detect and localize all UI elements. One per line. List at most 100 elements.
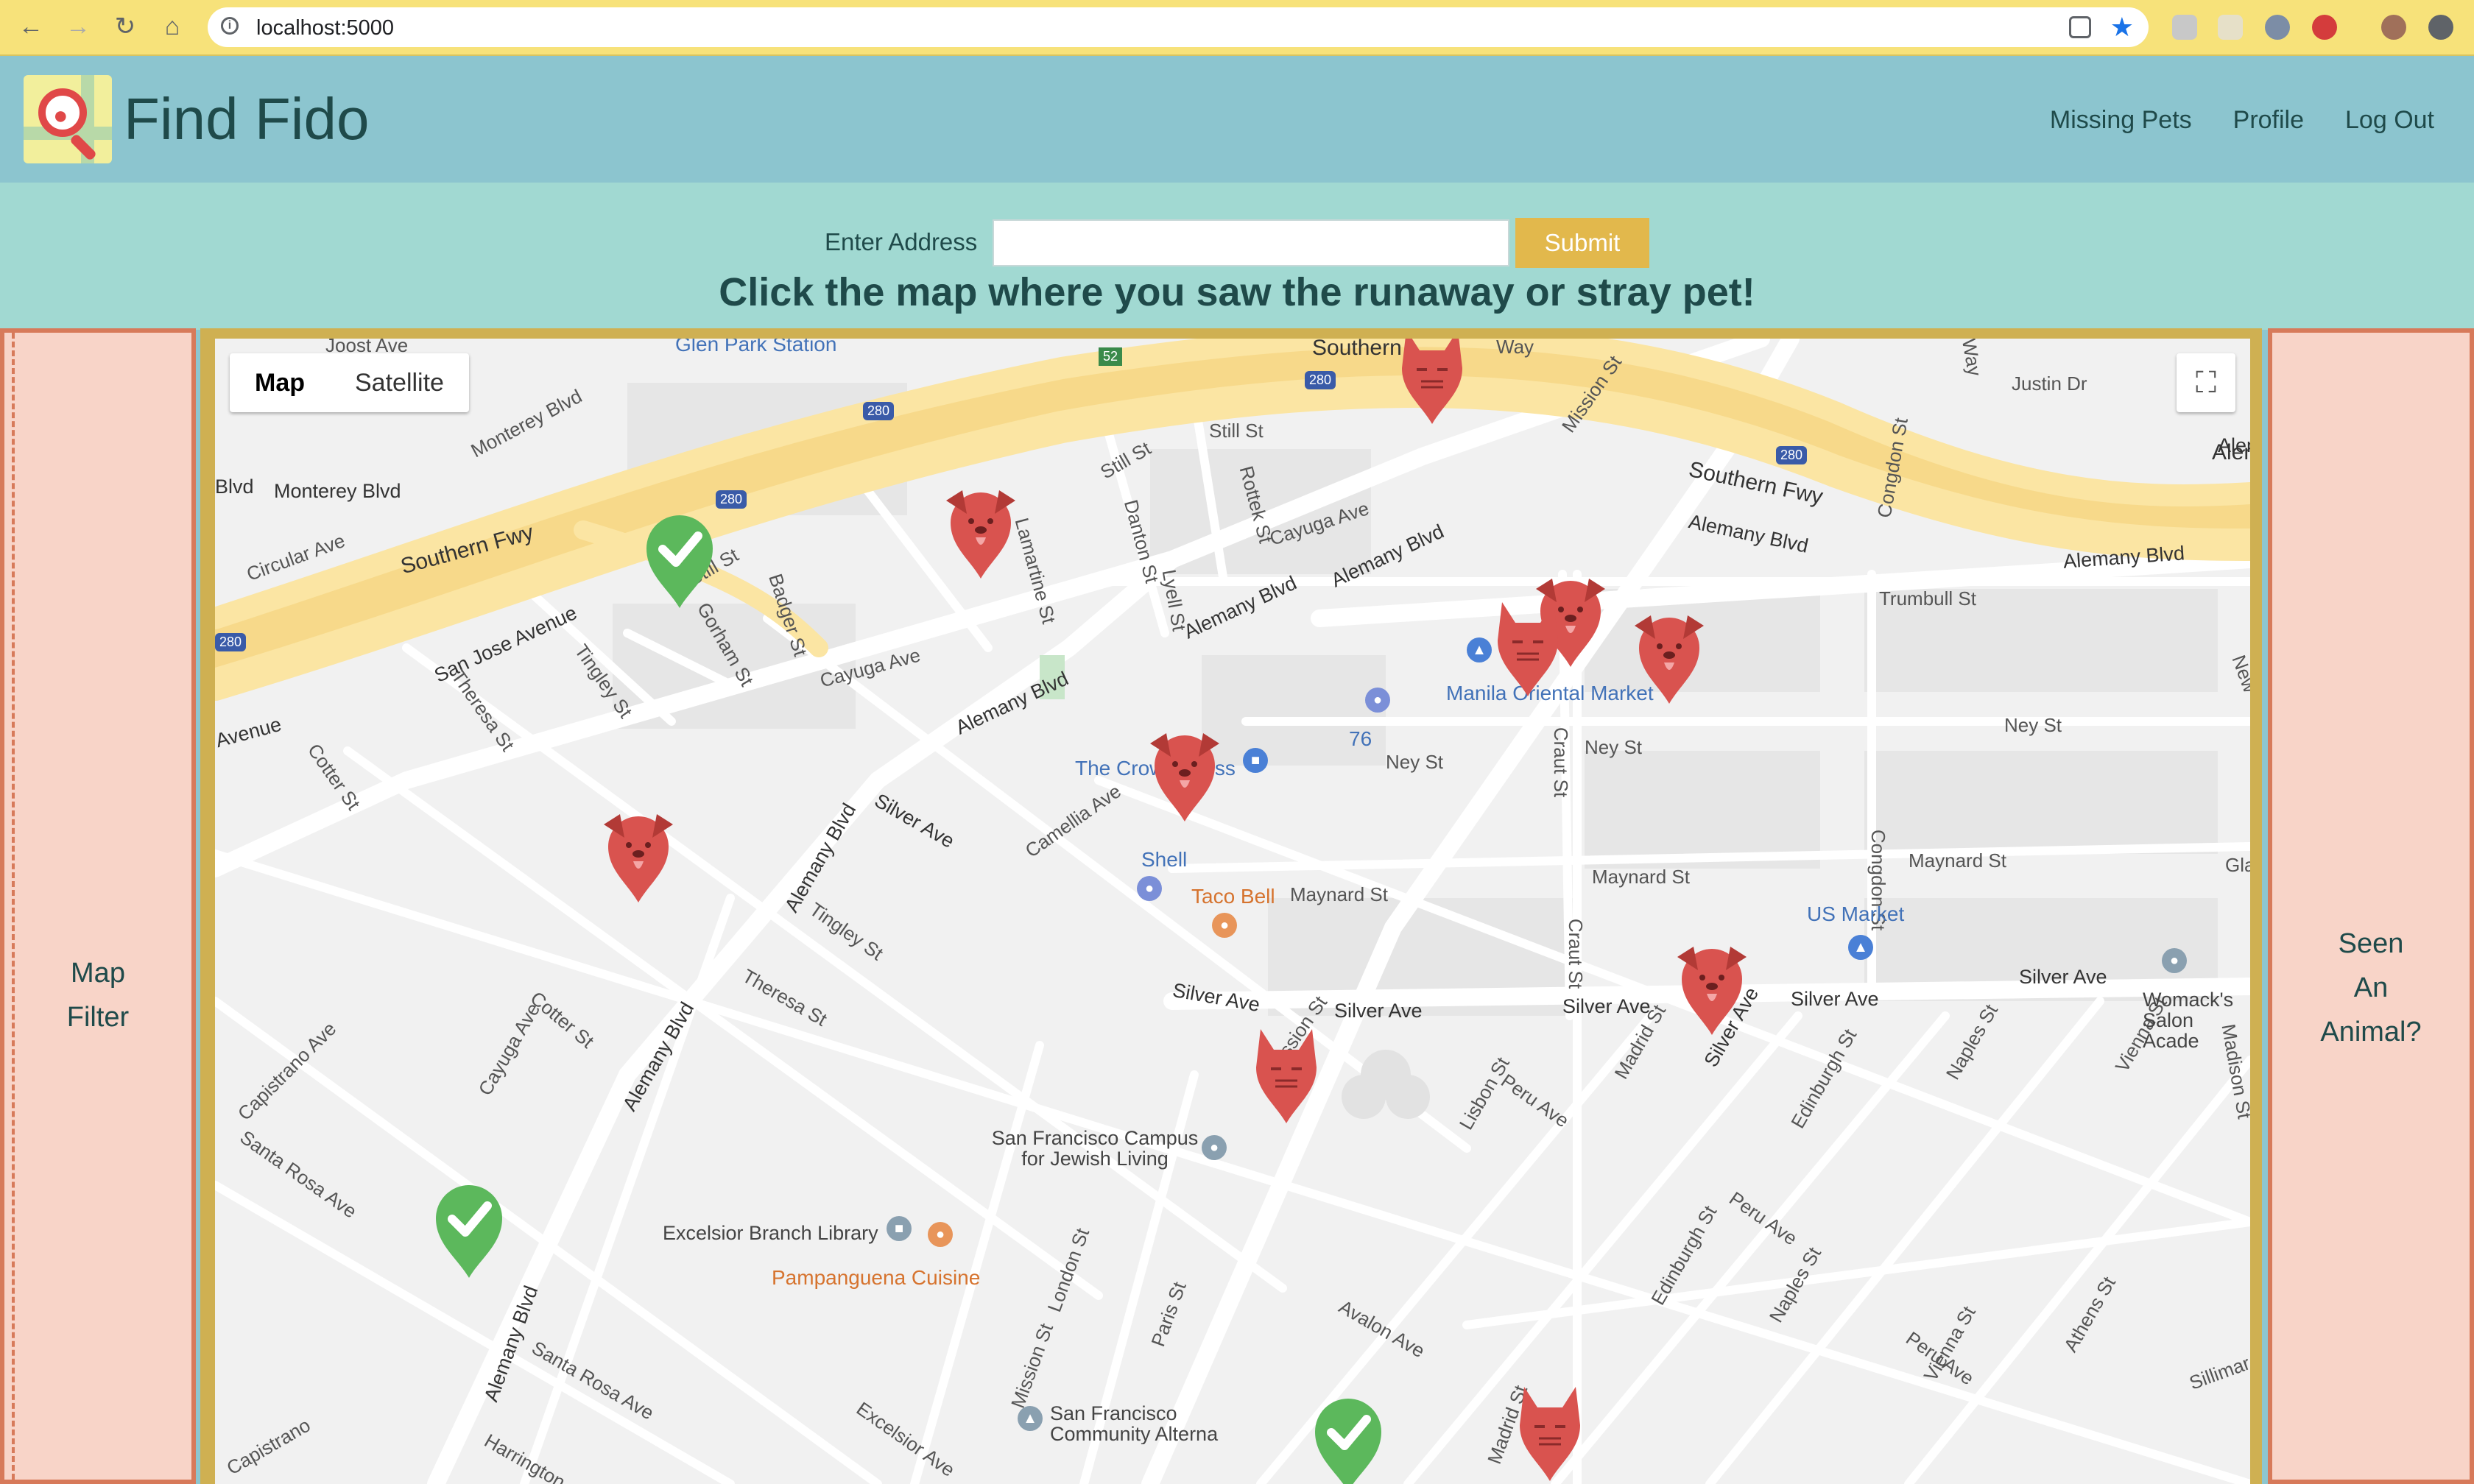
- place-womacks-salon[interactable]: Womack's Salon Acade: [2143, 989, 2250, 1051]
- nav-profile[interactable]: Profile: [2233, 106, 2304, 135]
- map-type-control: Map Satellite: [230, 353, 469, 412]
- place-us-market[interactable]: US Market: [1807, 902, 1904, 926]
- gas-station-icon[interactable]: ●: [1365, 688, 1390, 713]
- street-label: Maynard St: [1592, 866, 1690, 888]
- street-label: Silver Ave: [1791, 988, 1879, 1010]
- place-sf-community-alternative[interactable]: San Francisco Community Alterna: [1050, 1403, 1241, 1444]
- place-sf-campus-jewish-living[interactable]: San Francisco Campus for Jewish Living: [988, 1128, 1202, 1169]
- update-icon[interactable]: [2428, 15, 2453, 40]
- map-filter-panel[interactable]: Map Filter: [0, 328, 196, 1484]
- url-text: localhost:5000: [256, 16, 395, 40]
- street-label: Justin Dr: [2012, 372, 2087, 395]
- dog-marker-icon[interactable]: [1144, 721, 1225, 824]
- paw-icon: ●: [53, 102, 68, 130]
- street-label: Silver Ave: [1334, 1000, 1423, 1022]
- extension-icon[interactable]: [2265, 15, 2290, 40]
- street-label: Trumbull St: [1879, 587, 1976, 610]
- street-label: Maynard St: [1909, 849, 2006, 872]
- seen-label-line3: Animal?: [2320, 1017, 2422, 1047]
- extension-icon[interactable]: [2312, 15, 2337, 40]
- cat-marker-icon[interactable]: [1246, 1023, 1327, 1126]
- map-type-satellite-button[interactable]: Satellite: [330, 353, 469, 412]
- map-filter-label-line2: Filter: [66, 1002, 130, 1033]
- street-label: Monterey Blvd: [274, 480, 401, 502]
- brand-title[interactable]: Find Fido: [124, 85, 369, 153]
- library-icon[interactable]: ■: [887, 1216, 912, 1241]
- nav-missing-pets[interactable]: Missing Pets: [2050, 106, 2192, 135]
- submit-button[interactable]: Submit: [1515, 218, 1649, 268]
- street-label: Glad: [2225, 854, 2250, 876]
- restaurant-icon[interactable]: ●: [928, 1222, 953, 1247]
- found-marker-icon[interactable]: [639, 508, 720, 611]
- street-label: Blvd: [215, 476, 254, 498]
- street-label: Maynard St: [1290, 883, 1388, 905]
- fullscreen-icon[interactable]: ⛶: [2177, 353, 2235, 412]
- cat-marker-icon[interactable]: [1487, 596, 1568, 699]
- interstate-shield: 280: [215, 633, 247, 651]
- map-filter-label-line1: Map: [71, 958, 125, 989]
- seen-label-line2: An: [2353, 972, 2389, 1003]
- dog-marker-icon[interactable]: [940, 478, 1021, 582]
- street-label: Still St: [1209, 420, 1264, 442]
- nav-log-out[interactable]: Log Out: [2345, 106, 2434, 135]
- interstate-shield: 280: [1305, 371, 1336, 389]
- street-label: Silver Ave: [1562, 995, 1651, 1017]
- dog-marker-icon[interactable]: [1629, 604, 1710, 707]
- street-label: Joost Ave: [325, 339, 409, 356]
- found-marker-icon[interactable]: [429, 1178, 510, 1281]
- interstate-shield: 280: [863, 402, 895, 420]
- gas-station-icon[interactable]: ●: [1137, 876, 1162, 901]
- street-label: Craut St: [1565, 918, 1587, 989]
- cat-marker-icon[interactable]: [1509, 1381, 1590, 1484]
- address-bar[interactable]: i localhost:5000 ★: [208, 7, 2149, 47]
- gas-76[interactable]: 76: [1349, 727, 1372, 751]
- street-label: Ney St: [1386, 751, 1444, 773]
- place-pin-icon[interactable]: ●: [1202, 1135, 1227, 1160]
- profile-avatar[interactable]: [2381, 15, 2406, 40]
- app-header: ● Find Fido Missing Pets Profile Log Out: [0, 56, 2474, 183]
- reload-icon[interactable]: ↻: [109, 10, 141, 43]
- street-label: Craut St: [1550, 727, 1573, 798]
- place-pin-icon[interactable]: ●: [2162, 948, 2187, 973]
- street-label: Ney St: [2004, 714, 2062, 736]
- street-label: Way: [1496, 339, 1534, 358]
- extension-icon[interactable]: [2172, 15, 2197, 40]
- site-info-icon[interactable]: i: [221, 17, 239, 35]
- address-search-band: Enter Address Submit Click the map where…: [0, 183, 2474, 330]
- find-fido-logo[interactable]: ●: [24, 75, 112, 163]
- place-shell[interactable]: Shell: [1141, 848, 1187, 872]
- address-input[interactable]: [993, 219, 1509, 266]
- seen-label-line1: Seen: [2338, 928, 2404, 959]
- found-marker-icon[interactable]: [1308, 1391, 1389, 1484]
- home-icon[interactable]: ⌂: [156, 10, 188, 43]
- street-label: Southern: [1312, 339, 1402, 360]
- dog-marker-icon[interactable]: [1671, 935, 1752, 1038]
- translate-icon[interactable]: [2069, 16, 2091, 38]
- google-map[interactable]: Map Satellite ⛶ Joost Ave Glen Park Stat…: [215, 339, 2250, 1484]
- place-label-glen-park: Glen Park Station: [675, 339, 837, 356]
- place-taco-bell[interactable]: Taco Bell: [1191, 885, 1275, 908]
- place-excelsior-library[interactable]: Excelsior Branch Library: [663, 1222, 878, 1245]
- shopping-cart-icon[interactable]: ▲: [1848, 935, 1873, 960]
- street-label: Aleman: [2212, 440, 2250, 464]
- store-icon[interactable]: ■: [1243, 748, 1268, 773]
- main-nav: Missing Pets Profile Log Out: [2050, 106, 2434, 135]
- cat-marker-icon[interactable]: [1392, 339, 1473, 427]
- forward-arrow-icon[interactable]: →: [62, 10, 94, 43]
- instruction-headline: Click the map where you saw the runaway …: [719, 270, 1755, 314]
- route-shield: 52: [1099, 347, 1123, 366]
- interstate-shield: 280: [1776, 446, 1808, 464]
- restaurant-icon[interactable]: ●: [1212, 913, 1237, 938]
- street-label: Silver Ave: [2019, 966, 2107, 988]
- place-pampanguena-cuisine[interactable]: Pampanguena Cuisine: [772, 1266, 980, 1290]
- address-label: Enter Address: [825, 228, 978, 255]
- dog-marker-icon[interactable]: [598, 802, 679, 905]
- seen-an-animal-panel[interactable]: Seen An Animal?: [2268, 328, 2474, 1484]
- back-arrow-icon[interactable]: ←: [15, 10, 47, 43]
- extension-icon[interactable]: [2218, 15, 2243, 40]
- school-icon[interactable]: ▲: [1018, 1406, 1043, 1431]
- bookmark-star-icon[interactable]: ★: [2110, 12, 2134, 43]
- map-type-map-button[interactable]: Map: [230, 353, 330, 412]
- interstate-shield: 280: [716, 490, 747, 509]
- street-label: Ney St: [1585, 736, 1643, 758]
